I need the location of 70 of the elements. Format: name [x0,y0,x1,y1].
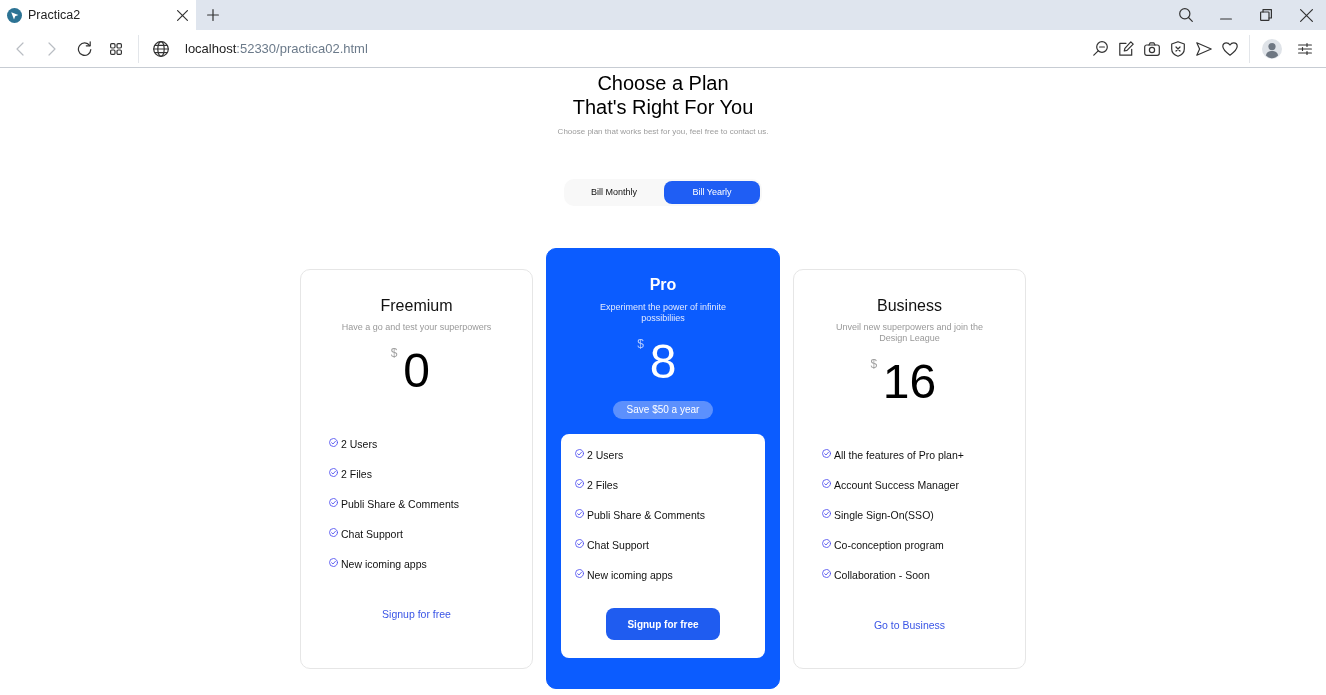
plan-price: 8 [649,338,677,386]
feature-text: 2 Users [341,436,378,451]
check-circle-icon [822,478,831,488]
feature-text: New icoming apps [587,568,673,582]
plan-name: Pro [648,275,678,295]
check-circle-icon [575,479,584,488]
globe-icon [153,40,169,57]
reload-icon[interactable] [76,41,92,56]
check-circle-icon [822,508,831,518]
check-circle-icon [329,527,338,537]
feature-text: Publi Share & Comments [587,508,705,522]
check-circle-icon [822,538,831,548]
feature-text: Account Success Manager [834,477,959,492]
currency-symbol: $ [390,346,399,362]
plan-price: 0 [403,346,430,395]
billing-option[interactable]: Bill Monthly [566,181,662,204]
plan-price: 16 [882,357,937,406]
feature-text: 2 Files [341,466,372,481]
check-circle-icon [822,568,831,578]
feature-text: Co-conception program [834,537,944,552]
feature-text: 2 Users [587,448,624,462]
feature-text: Single Sign-On(SSO) [834,507,934,522]
grid-icon[interactable] [110,42,122,55]
check-circle-icon [822,448,831,458]
check-circle-icon [575,539,584,548]
savings-badge: Save $50 a year [613,401,713,419]
camera-icon[interactable] [1144,41,1160,56]
check-circle-icon [329,497,338,507]
zoom-out-icon[interactable] [1092,41,1108,56]
send-icon[interactable] [1196,41,1212,56]
feature-text: Chat Support [587,538,649,552]
close-icon[interactable] [1299,8,1313,22]
check-circle-icon [575,569,584,578]
plan-button[interactable]: Signup for free [606,608,720,640]
feature-text: Publi Share & Comments [341,496,459,511]
heart-icon[interactable] [1222,41,1238,56]
plan-name: Freemium [379,295,454,316]
shield-x-icon[interactable] [1171,40,1185,57]
check-circle-icon [329,437,338,447]
page-subtitle: Choose plan that works best for you, feel free to contact us. [557,127,769,137]
search-icon[interactable] [1179,8,1193,22]
pencil-square-icon[interactable] [1118,41,1134,56]
page-title: Choose a Plan That's Right For You [572,71,754,119]
browser-tab[interactable]: Practica2 [0,0,196,30]
billing-option[interactable]: Bill Yearly [664,181,760,204]
sliders-icon[interactable] [1298,42,1312,55]
address-field[interactable]: localhost:52330/practica02.html [185,38,368,59]
feature-text: New icoming apps [341,556,427,571]
tab-title: Practica2 [28,6,81,24]
feature-text: 2 Files [587,478,618,492]
plan-name: Business [876,295,943,316]
feature-text: Chat Support [341,526,403,541]
restore-icon[interactable] [1260,9,1272,21]
cursor-badge-icon [7,7,22,23]
check-circle-icon [329,557,338,567]
plus-icon[interactable] [207,9,219,21]
plan-link[interactable]: Signup for free [382,606,451,621]
plan-description: Unveil new superpowers and join the Design League [834,321,985,344]
avatar-icon[interactable] [1262,38,1282,59]
plan-description: Experiment the power of infinite possibiliies [598,302,728,324]
check-circle-icon [575,509,584,518]
plan-description: Have a go and test your superpowers [341,321,492,333]
check-circle-icon [575,449,584,458]
currency-symbol: $ [869,357,878,373]
plan-link[interactable]: Go to Business [873,617,946,632]
feature-text: Collaboration - Soon [834,567,930,582]
currency-symbol: $ [636,338,645,353]
feature-text: All the features of Pro plan+ [834,447,964,462]
close-icon[interactable] [177,9,188,21]
check-circle-icon [329,467,338,477]
